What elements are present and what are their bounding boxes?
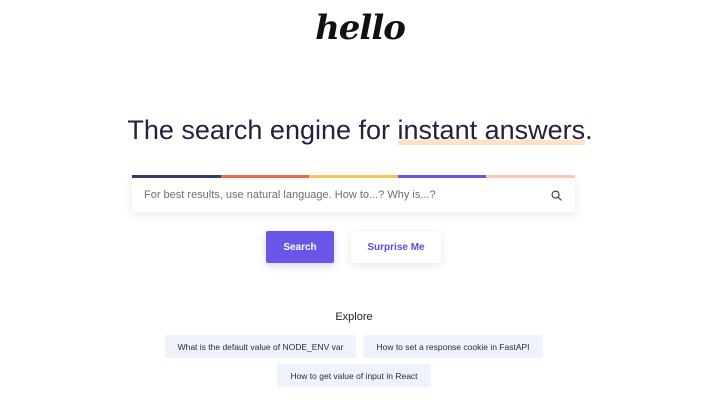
rainbow-segment bbox=[397, 175, 487, 178]
surprise-me-button[interactable]: Surprise Me bbox=[351, 231, 441, 263]
explore-suggestion-chip[interactable]: What is the default value of NODE_ENV va… bbox=[165, 335, 356, 358]
search-box bbox=[132, 178, 575, 212]
logo: hello bbox=[315, 8, 406, 48]
rainbow-segment bbox=[486, 175, 575, 178]
search-icon[interactable] bbox=[549, 188, 563, 202]
search-bar bbox=[132, 175, 575, 212]
search-input[interactable] bbox=[144, 189, 549, 201]
search-button[interactable]: Search bbox=[266, 231, 334, 263]
page-title: The search engine for instant answers. bbox=[0, 112, 720, 148]
rainbow-segment bbox=[220, 175, 310, 178]
headline-highlight: instant answers bbox=[397, 112, 585, 148]
rainbow-divider bbox=[132, 175, 575, 178]
explore-suggestion-chip[interactable]: How to set a response cookie in FastAPI bbox=[363, 335, 543, 358]
rainbow-segment bbox=[309, 175, 398, 178]
headline-suffix: . bbox=[585, 115, 593, 145]
explore-suggestion-chip[interactable]: How to get value of input in React bbox=[277, 364, 431, 387]
headline-prefix: The search engine for bbox=[127, 115, 398, 145]
explore-heading: Explore bbox=[335, 311, 373, 323]
rainbow-segment bbox=[132, 175, 221, 178]
